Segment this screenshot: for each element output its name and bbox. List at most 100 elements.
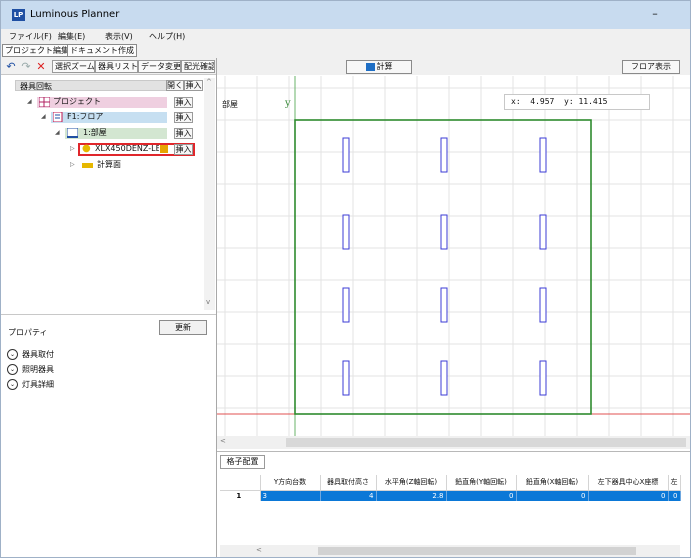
- fixture-symbol[interactable]: [342, 287, 350, 323]
- scroll-up-icon[interactable]: ^: [206, 78, 212, 86]
- tree-scrollbar[interactable]: ^ v: [204, 78, 215, 310]
- scroll-left-icon[interactable]: <: [220, 437, 226, 445]
- expand-caret-icon[interactable]: ▷: [70, 159, 75, 171]
- insert-button[interactable]: 挿入: [174, 128, 193, 139]
- fixture-symbol[interactable]: [342, 360, 350, 396]
- tree-item-project[interactable]: ◢ プロジェクト 挿入: [1, 96, 204, 108]
- app-logo-icon: LP: [12, 9, 25, 21]
- collapse-caret-icon[interactable]: ◢: [41, 111, 46, 123]
- grid-cell[interactable]: 0: [446, 490, 517, 501]
- row-number: 1: [220, 490, 261, 501]
- insert-button[interactable]: 挿入: [174, 112, 193, 123]
- ribbon-tabs: プロジェクト編集 ドキュメント作成: [1, 43, 690, 58]
- drawing-canvas[interactable]: 部屋 y x: 4.957 y: 11.415: [217, 76, 690, 446]
- scroll-thumb[interactable]: [318, 547, 636, 555]
- tree-open-button[interactable]: 開く: [166, 80, 184, 91]
- scroll-left-icon[interactable]: <: [256, 546, 262, 554]
- table-row[interactable]: 1 3 4 2.8 0 0 0 0: [220, 490, 681, 501]
- grid-col-header[interactable]: 左下器具中心X座標: [588, 475, 669, 491]
- calculate-button[interactable]: 計算: [346, 60, 412, 74]
- prop-section-label: 器具取付: [22, 350, 54, 359]
- chevron-down-icon[interactable]: ⌄: [7, 364, 18, 375]
- room-label: 部屋: [222, 100, 238, 109]
- fixture-symbol[interactable]: [539, 137, 547, 173]
- grid-col-header: [220, 475, 261, 491]
- grid-cell[interactable]: 3: [260, 490, 321, 501]
- tree-item-bar: [65, 128, 167, 139]
- fixtures-group: [342, 137, 547, 396]
- insert-button[interactable]: 挿入: [174, 144, 193, 155]
- y-axis-label: y: [285, 98, 291, 109]
- menu-edit[interactable]: 編集(E): [58, 31, 85, 42]
- fixture-symbol[interactable]: [342, 214, 350, 250]
- grid-lines: [217, 76, 690, 436]
- grid-header-row: Y方向台数 器具取付高さ 水平角(Z軸回転) 鉛直角(Y軸回転) 鉛直角(X軸回…: [220, 475, 681, 491]
- expand-caret-icon[interactable]: ▷: [70, 143, 75, 155]
- fixture-symbol[interactable]: [539, 360, 547, 396]
- select-zoom-button[interactable]: 選択ズーム: [52, 60, 95, 73]
- tree-item-fixture[interactable]: ▷ ● XLX450DENZ-LE 挿入: [1, 143, 204, 156]
- menu-view[interactable]: 表示(V): [105, 31, 133, 42]
- collapse-caret-icon[interactable]: ◢: [27, 96, 32, 108]
- plan-drawing[interactable]: [217, 76, 690, 436]
- undo-icon[interactable]: ↶: [4, 60, 18, 73]
- update-button[interactable]: 更新: [159, 320, 207, 335]
- tree-item-floor[interactable]: ◢ F1:フロア 挿入: [1, 111, 204, 123]
- title-bar: LP Luminous Planner –: [1, 1, 690, 29]
- grid-arrangement-panel: 格子配置 Y方向台数 器具取付高さ 水平角(Z軸回転) 鉛直角(Y軸回転) 鉛直…: [217, 451, 690, 557]
- menu-file[interactable]: ファイル(F): [9, 31, 52, 42]
- chevron-down-icon[interactable]: ⌄: [7, 379, 18, 390]
- fixture-symbol[interactable]: [440, 287, 448, 323]
- tree-item-room[interactable]: ◢ 1:部屋 挿入: [1, 127, 204, 139]
- fixture-symbol[interactable]: [342, 137, 350, 173]
- scroll-down-icon[interactable]: v: [206, 298, 210, 306]
- floor-view-button[interactable]: フロア表示: [622, 60, 680, 74]
- grid-cell[interactable]: 2.8: [376, 490, 447, 501]
- redo-icon[interactable]: ↷: [19, 60, 33, 73]
- minimize-button[interactable]: –: [645, 7, 665, 21]
- tree-header: 器具回転 開く 挿入: [15, 80, 203, 91]
- calculate-label: 計算: [376, 62, 393, 71]
- collapse-caret-icon[interactable]: ◢: [55, 127, 60, 139]
- grid-col-header[interactable]: 水平角(Z軸回転): [376, 475, 447, 491]
- grid-table: Y方向台数 器具取付高さ 水平角(Z軸回転) 鉛直角(Y軸回転) 鉛直角(X軸回…: [220, 475, 681, 501]
- chevron-down-icon[interactable]: ⌄: [7, 349, 18, 360]
- grid-col-header[interactable]: 左: [668, 475, 681, 491]
- tab-document[interactable]: ドキュメント作成: [67, 44, 137, 57]
- tab-grid-arrangement[interactable]: 格子配置: [220, 455, 265, 469]
- floor-icon: [52, 111, 64, 123]
- fixture-symbol[interactable]: [440, 214, 448, 250]
- grid-horizontal-scrollbar[interactable]: <: [220, 545, 680, 557]
- light-distribution-button[interactable]: 配光確認: [181, 60, 215, 73]
- plan-view: 計算 フロア表示 部屋 y x: 4.957 y: 11.415 <: [217, 58, 690, 451]
- delete-icon[interactable]: ✕: [34, 60, 48, 73]
- tree-insert-button[interactable]: 挿入: [184, 80, 203, 91]
- grid-cell[interactable]: 0: [668, 490, 681, 501]
- fixture-symbol[interactable]: [440, 137, 448, 173]
- tree-item-label: XLX450DENZ-LE: [95, 144, 159, 153]
- menu-help[interactable]: ヘルプ(H): [149, 31, 185, 42]
- grid-col-header[interactable]: 鉛直角(X軸回転): [516, 475, 589, 491]
- grid-cell[interactable]: 0: [516, 490, 589, 501]
- fixture-symbol[interactable]: [440, 360, 448, 396]
- grid-col-header[interactable]: Y方向台数: [260, 475, 321, 491]
- coordinate-readout: x: 4.957 y: 11.415: [504, 94, 650, 110]
- view-horizontal-scrollbar[interactable]: <: [217, 436, 690, 449]
- scroll-thumb[interactable]: [286, 438, 686, 447]
- insert-button[interactable]: 挿入: [174, 97, 193, 108]
- tree-item-label: 計算面: [97, 160, 121, 169]
- properties-panel: プロパティ 更新 ⌄ 器具取付 ⌄ 照明器具 ⌄ 灯具詳細: [1, 314, 216, 557]
- tab-project-edit[interactable]: プロジェクト編集: [2, 44, 72, 57]
- prop-section-label: 灯具詳細: [22, 380, 54, 389]
- grid-cell[interactable]: 4: [320, 490, 377, 501]
- left-panel: ↶ ↷ ✕ 選択ズーム 器具リスト データ変更 配光確認 器具回転 開く 挿入 …: [1, 58, 217, 557]
- fixture-symbol[interactable]: [539, 287, 547, 323]
- fixture-list-button[interactable]: 器具リスト: [95, 60, 138, 73]
- grid-col-header[interactable]: 鉛直角(Y軸回転): [446, 475, 517, 491]
- grid-cell[interactable]: 0: [588, 490, 669, 501]
- fixture-symbol[interactable]: [539, 214, 547, 250]
- calc-surface-icon: [82, 163, 93, 168]
- tree-item-calc-surface[interactable]: ▷ 計算面: [1, 159, 204, 171]
- grid-col-header[interactable]: 器具取付高さ: [320, 475, 377, 491]
- data-change-button[interactable]: データ変更: [138, 60, 181, 73]
